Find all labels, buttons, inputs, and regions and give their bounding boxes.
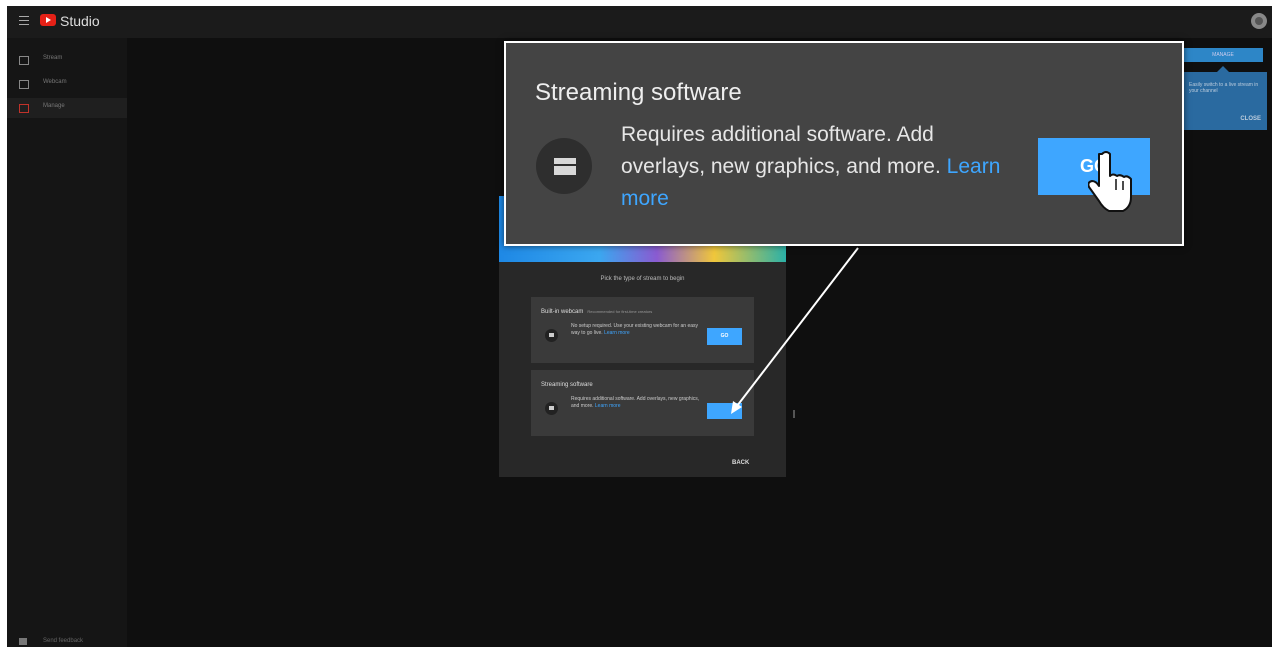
top-bar: Studio bbox=[7, 6, 1272, 38]
sidebar-item-label: Webcam bbox=[43, 79, 67, 85]
webcam-learn-more-link[interactable]: Learn more bbox=[604, 330, 630, 336]
sidebar: Stream Webcam Manage Send feedback bbox=[7, 38, 127, 647]
webcam-icon bbox=[19, 80, 29, 89]
back-button[interactable]: BACK bbox=[732, 460, 749, 466]
sidebar-item-webcam[interactable]: Webcam bbox=[7, 74, 127, 94]
sidebar-item-stream[interactable]: Stream bbox=[7, 50, 127, 70]
youtube-logo-icon[interactable] bbox=[40, 14, 56, 26]
callout-title: Streaming software bbox=[535, 79, 742, 106]
sidebar-item-label: Stream bbox=[43, 55, 63, 61]
manage-icon bbox=[19, 104, 29, 113]
software-go-button[interactable] bbox=[707, 403, 742, 419]
streaming-software-option-card: Streaming software Requires additional s… bbox=[531, 370, 754, 436]
studio-logo-text[interactable]: Studio bbox=[60, 13, 100, 29]
callout-description: Requires additional software. Add overla… bbox=[621, 123, 1001, 210]
onboarding-tooltip: Easily switch to a live stream in your c… bbox=[1183, 66, 1267, 130]
feedback-label: Send feedback bbox=[43, 638, 84, 644]
streaming-software-icon bbox=[536, 138, 592, 194]
streaming-software-icon bbox=[545, 402, 558, 415]
hand-cursor-icon bbox=[1088, 151, 1132, 212]
scroll-indicator bbox=[793, 410, 795, 418]
tooltip-text: Easily switch to a live stream in your c… bbox=[1189, 82, 1259, 94]
manage-button[interactable]: MANAGE bbox=[1183, 48, 1263, 62]
recommended-note: Recommended for first-time creators bbox=[587, 309, 653, 314]
webcam-go-button[interactable]: GO bbox=[707, 328, 742, 345]
webcam-card-title: Built-in webcam Recommended for first-tim… bbox=[541, 309, 653, 315]
send-feedback-button[interactable]: Send feedback bbox=[7, 632, 127, 647]
webcam-option-card: Built-in webcam Recommended for first-tim… bbox=[531, 297, 754, 363]
tooltip-close-button[interactable]: CLOSE bbox=[1240, 116, 1261, 122]
sidebar-item-label: Manage bbox=[43, 103, 65, 109]
webcam-card-description: No setup required. Use your existing web… bbox=[571, 323, 699, 336]
sidebar-item-manage[interactable]: Manage bbox=[7, 98, 127, 118]
zoom-callout: Streaming software Requires additional s… bbox=[504, 41, 1184, 246]
hamburger-icon[interactable] bbox=[19, 16, 29, 25]
software-card-description: Requires additional software. Add overla… bbox=[571, 396, 700, 409]
account-icon[interactable] bbox=[1251, 13, 1267, 29]
feedback-icon bbox=[19, 638, 27, 645]
dialog-prompt: Pick the type of stream to begin bbox=[600, 276, 685, 282]
software-card-title: Streaming software bbox=[541, 382, 593, 388]
software-learn-more-link[interactable]: Learn more bbox=[595, 403, 621, 409]
camera-icon bbox=[545, 329, 558, 342]
stream-icon bbox=[19, 56, 29, 65]
